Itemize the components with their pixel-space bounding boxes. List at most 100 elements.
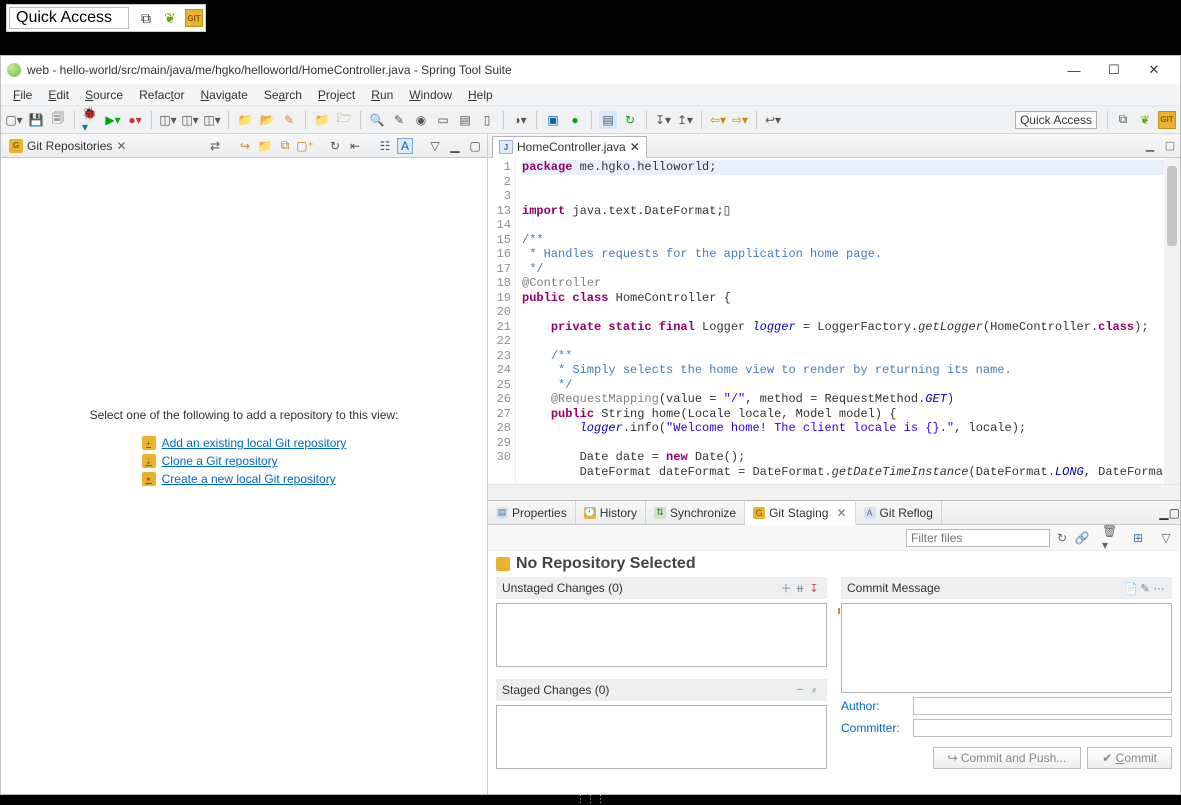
tab-properties[interactable]: ▤Properties bbox=[488, 501, 576, 524]
nav-icon[interactable]: ✎ bbox=[390, 111, 408, 129]
save-all-icon[interactable]: 🗐 bbox=[49, 111, 67, 129]
last-edit-icon[interactable]: ↩▾ bbox=[764, 111, 782, 129]
commit-message-textarea[interactable] bbox=[841, 603, 1172, 693]
committer-input[interactable] bbox=[913, 719, 1172, 737]
block-icon[interactable]: ▯ bbox=[478, 111, 496, 129]
open-perspective-icon[interactable]: ⧉ bbox=[137, 9, 155, 27]
editor-maximize-icon[interactable]: ▢ bbox=[1162, 138, 1178, 154]
tab-git-reflog[interactable]: AGit Reflog bbox=[856, 501, 942, 524]
tab-synchronize[interactable]: ⇅Synchronize bbox=[646, 501, 745, 524]
close-view-icon[interactable]: ✕ bbox=[116, 139, 126, 153]
collapse-icon[interactable]: ⇤ bbox=[347, 138, 363, 154]
open-perspective-button[interactable]: ⧉ bbox=[1114, 111, 1132, 129]
wand-icon[interactable]: ✎ bbox=[280, 111, 298, 129]
code-editor[interactable]: 1 2 ⊕3 13 ⊖14 15 16 17 18 19 20 21 ⊖22 2… bbox=[488, 158, 1180, 484]
highlight-icon[interactable]: ▭ bbox=[434, 111, 452, 129]
staged-list[interactable] bbox=[496, 705, 827, 769]
maximize-view-icon[interactable]: ▢ bbox=[467, 138, 483, 154]
generic-icon3[interactable]: ◫▾ bbox=[203, 111, 221, 129]
toggle-icon[interactable]: ◉ bbox=[412, 111, 430, 129]
folder-icon[interactable]: 📁 bbox=[313, 111, 331, 129]
clone-repo-link[interactable]: ⇣Clone a Git repository bbox=[142, 454, 278, 468]
blue-box-icon[interactable]: ▣ bbox=[544, 111, 562, 129]
stage-icon[interactable]: ＋ bbox=[779, 581, 793, 595]
maximize-button[interactable]: ☐ bbox=[1094, 58, 1134, 83]
flat-icon[interactable]: A bbox=[397, 138, 413, 154]
menu-source[interactable]: Source bbox=[77, 86, 131, 104]
author-input[interactable] bbox=[913, 697, 1172, 715]
minimize-view-icon[interactable]: ▁ bbox=[447, 138, 463, 154]
close-editor-icon[interactable]: ✕ bbox=[630, 140, 640, 154]
bottom-minimize-icon[interactable]: ▁ bbox=[1159, 506, 1168, 520]
refresh-staging-icon[interactable]: ↻ bbox=[1054, 530, 1070, 546]
menu-file[interactable]: File bbox=[5, 86, 40, 104]
link-editor-icon[interactable]: ⇄ bbox=[207, 138, 223, 154]
open-task-icon[interactable]: 📂 bbox=[258, 111, 276, 129]
editor-horizontal-scrollbar[interactable] bbox=[488, 484, 1180, 500]
unstaged-list[interactable] bbox=[496, 603, 827, 667]
menu-project[interactable]: Project bbox=[310, 86, 363, 104]
menu-refactor[interactable]: Refactor bbox=[131, 86, 192, 104]
minimize-button[interactable]: — bbox=[1054, 58, 1094, 83]
unstage-icon[interactable]: − bbox=[793, 683, 807, 697]
view-menu-bottom-icon[interactable]: ▽ bbox=[1158, 530, 1174, 546]
ruler-icon[interactable]: ▤ bbox=[456, 111, 474, 129]
prev-ann-icon[interactable]: ↥▾ bbox=[676, 111, 694, 129]
refresh-view-icon[interactable]: ↻ bbox=[327, 138, 343, 154]
create-icon[interactable]: ▢⁺ bbox=[297, 138, 313, 154]
add-existing-repo-link[interactable]: +Add an existing local Git repository bbox=[142, 436, 347, 450]
run-last-icon[interactable]: ●▾ bbox=[126, 111, 144, 129]
quick-access-input-right[interactable]: Quick Access bbox=[1015, 111, 1097, 129]
save-icon[interactable]: 💾 bbox=[27, 111, 45, 129]
open-icon[interactable]: 🗁 bbox=[335, 111, 353, 129]
hierarchy-icon[interactable]: ☷ bbox=[377, 138, 393, 154]
open-type-icon[interactable]: 📁 bbox=[236, 111, 254, 129]
menu-navigate[interactable]: Navigate bbox=[192, 86, 255, 104]
new-icon[interactable]: ▢▾ bbox=[5, 111, 23, 129]
run-icon[interactable]: ▶▾ bbox=[104, 111, 122, 129]
tab-git-staging[interactable]: GGit Staging✕ bbox=[745, 502, 855, 525]
clone-icon[interactable]: ⧉ bbox=[277, 138, 293, 154]
git-repos-tab[interactable]: G Git Repositories ✕ bbox=[5, 139, 130, 153]
sort-icon[interactable]: ↧ bbox=[807, 581, 821, 595]
leaf-icon[interactable]: ❦ bbox=[161, 9, 179, 27]
generic-icon[interactable]: ◫▾ bbox=[159, 111, 177, 129]
more-icon[interactable]: ⋯ bbox=[1152, 581, 1166, 595]
green-circle-icon[interactable]: ● bbox=[566, 111, 584, 129]
back-icon[interactable]: ⇦▾ bbox=[709, 111, 727, 129]
git-perspective-icon[interactable]: GIT bbox=[185, 9, 203, 27]
forward-icon[interactable]: ⇨▾ bbox=[731, 111, 749, 129]
top-quick-access-input[interactable] bbox=[9, 7, 129, 29]
close-button[interactable]: ✕ bbox=[1134, 58, 1174, 83]
menu-run[interactable]: Run bbox=[363, 86, 401, 104]
commit-button[interactable]: ✔ CCommitommit bbox=[1087, 747, 1172, 769]
view-menu-icon[interactable]: ▽ bbox=[427, 138, 443, 154]
amend-icon[interactable]: 📄 bbox=[1124, 581, 1138, 595]
filter-files-input[interactable] bbox=[906, 529, 1050, 547]
status-drag-handle[interactable]: ⋮⋮⋮ bbox=[1, 794, 1180, 804]
search-icon[interactable]: 🔍 bbox=[368, 111, 386, 129]
menu-help[interactable]: Help bbox=[460, 86, 501, 104]
link-icon[interactable]: 🔗 bbox=[1074, 530, 1090, 546]
debug-icon[interactable]: 🐞▾ bbox=[82, 111, 100, 129]
editor-minimize-icon[interactable]: ▁ bbox=[1142, 138, 1158, 154]
git-perspective-button[interactable]: GIT bbox=[1158, 111, 1176, 129]
generic-icon2[interactable]: ◫▾ bbox=[181, 111, 199, 129]
delete-icon[interactable]: 🗑▾ bbox=[1102, 530, 1118, 546]
spring-perspective-icon[interactable]: ❦ bbox=[1136, 111, 1154, 129]
next-ann-icon[interactable]: ↧▾ bbox=[654, 111, 672, 129]
menu-window[interactable]: Window bbox=[401, 86, 460, 104]
menu-edit[interactable]: Edit bbox=[40, 86, 77, 104]
close-tab-icon[interactable]: ✕ bbox=[836, 506, 846, 520]
editor-vertical-scrollbar[interactable] bbox=[1164, 158, 1180, 484]
mark-icon[interactable]: ◑▾ bbox=[511, 111, 529, 129]
stage-all-icon[interactable]: ⧺ bbox=[793, 581, 807, 595]
editor-tab-homecontroller[interactable]: J HomeController.java ✕ bbox=[492, 136, 647, 158]
switch-icon[interactable]: ↪ bbox=[237, 138, 253, 154]
layout-icon[interactable]: ⊞ bbox=[1130, 530, 1146, 546]
signoff-icon[interactable]: ✎ bbox=[1138, 581, 1152, 595]
commit-and-push-button[interactable]: ↪ Commit and Push... bbox=[933, 747, 1082, 769]
bottom-maximize-icon[interactable]: ▢ bbox=[1169, 506, 1180, 520]
menu-search[interactable]: Search bbox=[256, 86, 310, 104]
task-icon[interactable]: ▤ bbox=[599, 111, 617, 129]
